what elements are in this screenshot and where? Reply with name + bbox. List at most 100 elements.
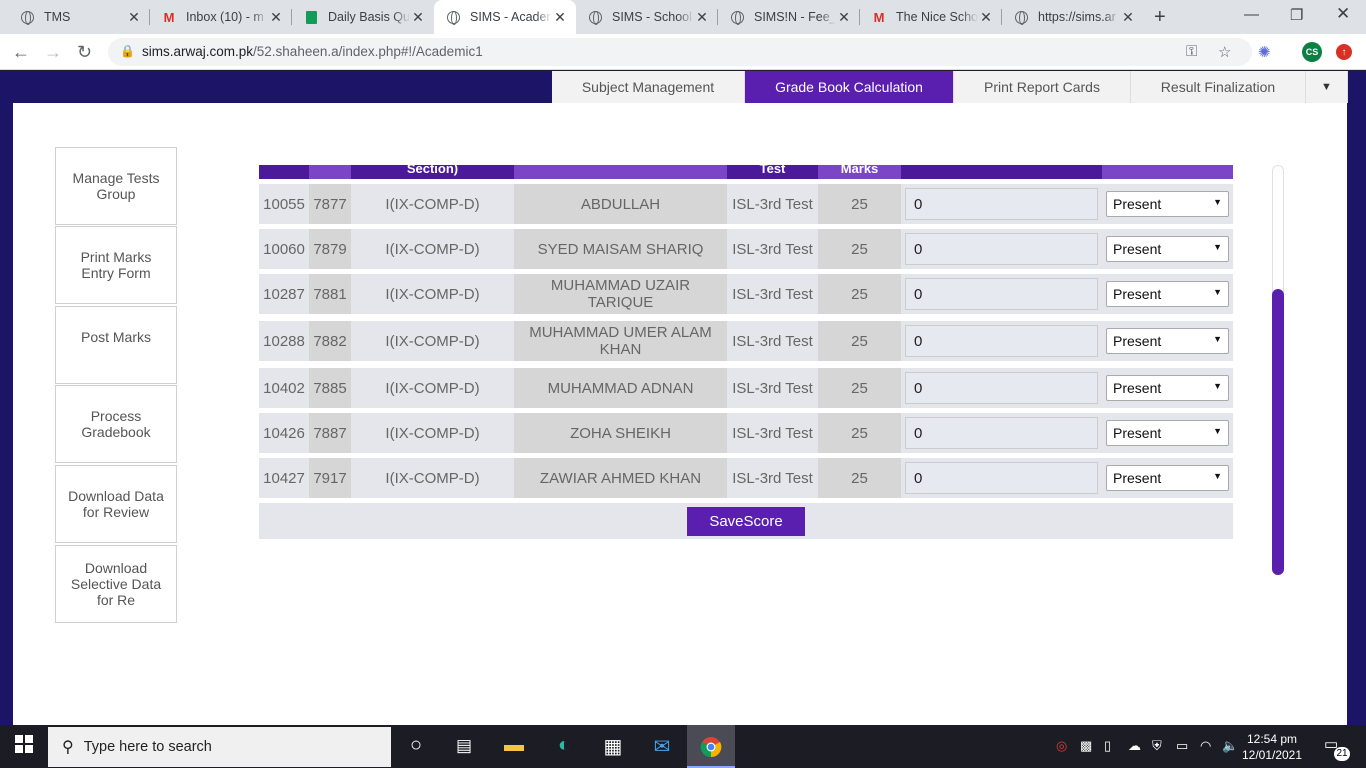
close-icon[interactable]: ✕ [978, 9, 994, 26]
test-name-cell: ISL-3rd Test [732, 195, 813, 213]
browser-tab[interactable]: Daily Basis Qu ✕ [292, 0, 434, 34]
tab-print-report-cards[interactable]: Print Report Cards [954, 71, 1131, 103]
browser-tab[interactable]: M The Nice Scho ✕ [860, 0, 1002, 34]
scrollbar-thumb[interactable] [1272, 289, 1284, 575]
minimize-icon[interactable]: — [1244, 6, 1259, 23]
gmail-icon: M [163, 9, 175, 25]
network-adapter-icon[interactable]: ▩ [1080, 738, 1092, 754]
store-icon[interactable]: ▦ [599, 734, 627, 759]
mail-icon[interactable]: ✉ [648, 734, 676, 759]
header-section: Section) [351, 165, 514, 179]
section-cell: I(IX-COMP-D) [385, 379, 480, 397]
key-icon[interactable]: ⚿ [1186, 43, 1197, 60]
file-explorer-icon[interactable]: ▬ [500, 734, 528, 757]
close-icon[interactable]: ✕ [126, 9, 142, 26]
taskbar-search-input[interactable]: ⚲ Type here to search [48, 727, 391, 767]
chrome-icon [700, 737, 722, 758]
notification-count: 21 [1334, 747, 1350, 761]
save-score-button[interactable]: SaveScore [687, 507, 805, 536]
tab-subject-management[interactable]: Subject Management [552, 71, 745, 103]
manage-tests-group-button[interactable]: Manage Tests Group [55, 147, 177, 225]
sheets-icon [304, 10, 318, 24]
student-id-cell: 10427 [263, 469, 305, 487]
obtained-marks-input[interactable]: 0 [905, 372, 1098, 404]
browser-tab-active[interactable]: SIMS - Academ ✕ [434, 0, 576, 34]
wifi-icon[interactable]: ◠ [1200, 738, 1211, 754]
close-icon[interactable]: ✕ [552, 9, 568, 26]
section-cell: I(IX-COMP-D) [385, 424, 480, 442]
close-icon[interactable]: ✕ [836, 9, 852, 26]
download-data-for-review-button[interactable]: Download Data for Review [55, 465, 177, 543]
browser-tab[interactable]: SIMS - School ✕ [576, 0, 718, 34]
browser-tab[interactable]: SIMS!N - Fee_I ✕ [718, 0, 860, 34]
close-icon[interactable]: ✕ [410, 9, 426, 26]
test-name-cell: ISL-3rd Test [732, 285, 813, 303]
table-row: 10426 7887 I(IX-COMP-D) ZOHA SHEIKH ISL-3rd … [259, 413, 1233, 453]
wifi-off-icon[interactable]: ☁ [1128, 738, 1141, 754]
browser-tab[interactable]: https://sims.ar ✕ [1002, 0, 1144, 34]
student-name-cell: SYED MAISAM SHARIQ [514, 229, 727, 269]
close-icon[interactable]: ✕ [268, 9, 284, 26]
section-cell: I(IX-COMP-D) [385, 240, 480, 258]
tab-title: The Nice Scho [896, 10, 978, 24]
test-name-cell: ISL-3rd Test [732, 379, 813, 397]
chevron-down-icon: ▼ [1213, 287, 1222, 297]
chrome-taskbar-button[interactable] [687, 725, 735, 768]
obtained-marks-input[interactable]: 0 [905, 278, 1098, 310]
address-bar[interactable]: 🔒 sims.arwaj.com.pk/52.shaheen.a/index.p… [108, 38, 1252, 66]
total-marks-cell: 25 [818, 274, 901, 314]
download-selective-data-button[interactable]: Download Selective Data for Re [55, 545, 177, 623]
close-icon[interactable]: ✕ [694, 9, 710, 26]
total-marks-cell: 25 [818, 184, 901, 224]
shield-icon[interactable]: ⛨ [1152, 738, 1162, 754]
volume-icon[interactable]: 🔈 [1222, 738, 1238, 754]
close-icon[interactable]: ✕ [1120, 9, 1136, 26]
tab-grade-book-calculation[interactable]: Grade Book Calculation [745, 71, 954, 103]
tab-result-finalization[interactable]: Result Finalization [1131, 71, 1306, 103]
browser-tab[interactable]: M Inbox (10) - m ✕ [150, 0, 292, 34]
battery-icon[interactable]: ▭ [1176, 738, 1188, 754]
antivirus-icon[interactable]: ◎ [1056, 738, 1067, 754]
task-view-icon[interactable]: ▤ [450, 736, 478, 756]
edge-icon[interactable]: ◐ [550, 734, 578, 757]
obtained-marks-input[interactable]: 0 [905, 233, 1098, 265]
attendance-value: Present [1113, 380, 1162, 396]
clock[interactable]: 12:54 pm 12/01/2021 [1240, 731, 1304, 763]
avatar[interactable]: CS [1302, 42, 1322, 62]
back-icon[interactable]: ← [12, 42, 30, 63]
extension-icon[interactable]: ✺ [1258, 43, 1271, 61]
attendance-select[interactable]: Present ▼ [1106, 375, 1229, 401]
usb-icon[interactable]: ▯ [1104, 738, 1111, 754]
new-tab-icon[interactable]: + [1154, 6, 1166, 29]
roll-number-cell: 7879 [309, 229, 351, 269]
table-row: 10288 7882 I(IX-COMP-D) MUHAMMAD UMER ALAM … [259, 321, 1233, 361]
obtained-marks-input[interactable]: 0 [905, 462, 1098, 494]
post-marks-button[interactable]: Post Marks [55, 306, 177, 384]
update-icon[interactable]: ↑ [1336, 44, 1352, 60]
process-gradebook-button[interactable]: Process Gradebook [55, 385, 177, 463]
table-row: 10427 7917 I(IX-COMP-D) ZAWIAR AHMED KHAN IS… [259, 458, 1233, 498]
tab-title: SIMS - Academ [470, 10, 552, 24]
attendance-select[interactable]: Present ▼ [1106, 465, 1229, 491]
save-bar: SaveScore [259, 503, 1233, 539]
forward-icon[interactable]: → [44, 42, 62, 63]
attendance-select[interactable]: Present ▼ [1106, 236, 1229, 262]
cortana-icon[interactable]: ○ [402, 734, 430, 757]
header-cell [1102, 165, 1233, 179]
restore-icon[interactable]: ❐ [1290, 6, 1303, 24]
star-icon[interactable]: ☆ [1218, 43, 1231, 61]
attendance-select[interactable]: Present ▼ [1106, 328, 1229, 354]
obtained-marks-input[interactable]: 0 [905, 188, 1098, 220]
window-close-icon[interactable]: ✕ [1336, 4, 1350, 24]
student-name-cell: ABDULLAH [514, 184, 727, 224]
chevron-down-icon[interactable]: ▼ [1306, 71, 1348, 103]
obtained-marks-input[interactable]: 0 [905, 325, 1098, 357]
browser-tab[interactable]: TMS ✕ [8, 0, 150, 34]
print-marks-entry-form-button[interactable]: Print Marks Entry Form [55, 226, 177, 304]
reload-icon[interactable]: ↻ [77, 42, 92, 63]
attendance-select[interactable]: Present ▼ [1106, 281, 1229, 307]
windows-start-icon[interactable] [10, 735, 38, 759]
obtained-marks-input[interactable]: 0 [905, 417, 1098, 449]
attendance-select[interactable]: Present ▼ [1106, 420, 1229, 446]
attendance-select[interactable]: Present ▼ [1106, 191, 1229, 217]
